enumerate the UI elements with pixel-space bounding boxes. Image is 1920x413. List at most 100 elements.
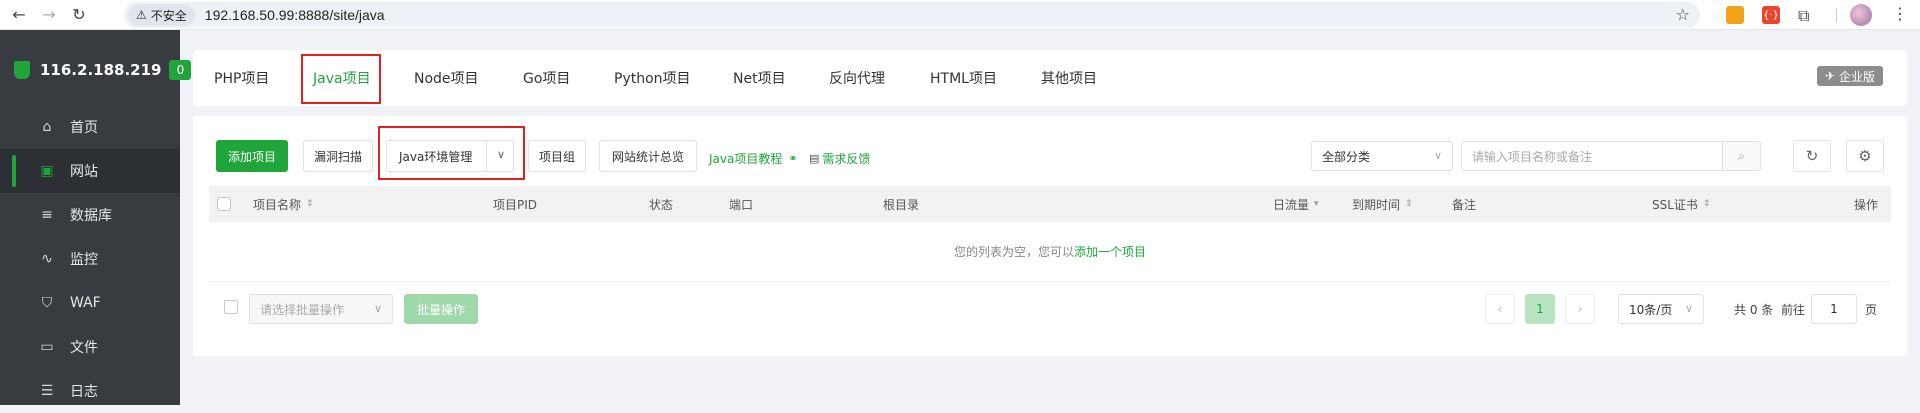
gear-icon[interactable]: ⚙ (1846, 140, 1884, 172)
sort-icon: ⇕ (306, 199, 314, 209)
col-expiry[interactable]: 到期时间 ⇕ (1352, 186, 1413, 222)
next-page-icon[interactable]: › (1565, 294, 1595, 324)
project-type-tabs: PHP项目 Java项目 Node项目 Go项目 Python项目 Net项目 … (193, 50, 1907, 106)
url-text[interactable]: 192.168.50.99:8888/site/java (205, 7, 385, 23)
add-project-link[interactable]: 添加一个项目 (1074, 243, 1146, 260)
col-status: 状态 (649, 186, 673, 222)
prev-page-icon[interactable]: ‹ (1485, 294, 1515, 324)
sidebar-item-waf[interactable]: ⛉ WAF (0, 281, 180, 325)
sidebar-item-home[interactable]: ⌂ 首页 (0, 105, 180, 149)
tutorial-label: Java项目教程 (709, 152, 783, 166)
rocket-icon: ✈ (1824, 69, 1835, 83)
back-icon[interactable]: ← (8, 4, 30, 26)
col-label: 备注 (1452, 197, 1477, 212)
empty-state: 您的列表为空，您可以 添加一个项目 (209, 222, 1891, 282)
enterprise-badge[interactable]: ✈ 企业版 (1816, 66, 1883, 86)
highlight-box (378, 126, 525, 180)
goto-page-input[interactable]: 1 (1811, 294, 1857, 324)
tab-php[interactable]: PHP项目 (214, 50, 269, 106)
col-label: 根目录 (883, 197, 920, 212)
chevron-down-icon: ∨ (1684, 302, 1693, 315)
profile-avatar[interactable] (1850, 4, 1872, 26)
security-indicator[interactable]: ⚠ 不安全 (128, 4, 195, 26)
sidebar-item-label: WAF (70, 295, 101, 311)
forward-icon[interactable]: → (38, 4, 60, 26)
sort-icon: ⇕ (1405, 199, 1413, 209)
category-value: 全部分类 (1322, 149, 1371, 164)
sidebar-item-logs[interactable]: ☰ 日志 (0, 369, 180, 413)
monitor-icon: ∿ (41, 251, 53, 267)
reload-icon[interactable]: ↻ (68, 4, 90, 26)
server-info: 116.2.188.219 0 (14, 60, 192, 80)
col-label: 到期时间 (1352, 197, 1401, 212)
col-actions: 操作 (1854, 186, 1878, 222)
address-bar[interactable]: ⚠ 不安全 192.168.50.99:8888/site/java ☆ (124, 2, 1700, 28)
tab-net[interactable]: Net项目 (733, 50, 786, 106)
page-1-button[interactable]: 1 (1525, 294, 1555, 324)
chevron-down-icon: ∨ (373, 302, 382, 315)
col-label: 日流量 (1273, 197, 1310, 212)
col-ssl[interactable]: SSL证书 ⇕ (1652, 186, 1710, 222)
home-icon: ⌂ (42, 119, 52, 135)
server-icon (14, 61, 30, 79)
toolbar-divider (1836, 8, 1837, 22)
footer-select-checkbox[interactable] (224, 300, 238, 314)
col-remark: 备注 (1452, 186, 1476, 222)
project-group-button[interactable]: 项目组 (528, 140, 586, 172)
category-select[interactable]: 全部分类 ∨ (1311, 141, 1453, 171)
col-label: SSL证书 (1652, 197, 1698, 212)
tab-node[interactable]: Node项目 (414, 50, 479, 106)
sidebar-item-files[interactable]: ▭ 文件 (0, 325, 180, 369)
search-field[interactable]: 请输入项目名称或备注 ⌕ (1461, 141, 1761, 171)
refresh-icon[interactable]: ↻ (1793, 140, 1831, 172)
col-root: 根目录 (883, 186, 919, 222)
batch-action-select[interactable]: 请选择批量操作 ∨ (249, 294, 393, 324)
folder-icon: ▭ (40, 339, 54, 355)
globe-icon: ▣ (40, 163, 54, 179)
page-unit-label: 页 (1865, 303, 1878, 317)
col-name[interactable]: 项目名称 ⇕ (253, 186, 314, 222)
select-all-checkbox[interactable] (217, 197, 231, 211)
page-size-select[interactable]: 10条/页 ∨ (1618, 294, 1704, 324)
tab-reverse-proxy[interactable]: 反向代理 (829, 50, 885, 106)
search-input[interactable]: 请输入项目名称或备注 (1472, 148, 1592, 165)
sidebar-item-monitor[interactable]: ∿ 监控 (0, 237, 180, 281)
more-menu-icon[interactable]: ⋮ (1892, 4, 1908, 23)
batch-action-button[interactable]: 批量操作 (404, 294, 478, 324)
sidebar-item-database[interactable]: ≡ 数据库 (0, 193, 180, 237)
col-label: 项目名称 (253, 197, 302, 212)
goto-label: 前往 (1781, 303, 1806, 317)
col-traffic[interactable]: 日流量 ▾ (1273, 186, 1319, 222)
batch-placeholder: 请选择批量操作 (260, 302, 345, 317)
feedback-link[interactable]: ▤ 需求反馈 (809, 150, 870, 167)
database-icon: ≡ (41, 207, 53, 223)
search-icon[interactable]: ⌕ (1722, 142, 1760, 170)
bookmark-star-icon[interactable]: ☆ (1676, 5, 1690, 24)
tab-html[interactable]: HTML项目 (930, 50, 997, 106)
server-badge[interactable]: 0 (169, 60, 192, 80)
java-tutorial-link[interactable]: Java项目教程 ⚭ (709, 150, 798, 167)
extension-icon[interactable]: {·} (1762, 6, 1780, 24)
tab-go[interactable]: Go项目 (523, 50, 570, 106)
link-icon: ⚭ (788, 152, 798, 165)
site-stats-button[interactable]: 网站统计总览 (599, 140, 697, 172)
chevron-down-icon: ∨ (1433, 149, 1442, 162)
vuln-scan-button[interactable]: 漏洞扫描 (303, 140, 373, 172)
tab-python[interactable]: Python项目 (614, 50, 691, 106)
highlight-box (301, 54, 381, 104)
puzzle-icon[interactable]: ⧉ (1798, 6, 1816, 25)
browser-toolbar: ← → ↻ ⚠ 不安全 192.168.50.99:8888/site/java… (0, 0, 1920, 30)
col-label: 操作 (1854, 197, 1879, 212)
add-project-button[interactable]: 添加项目 (216, 140, 288, 172)
col-label: 状态 (649, 197, 674, 212)
tab-other[interactable]: 其他项目 (1041, 50, 1097, 106)
extension-icon[interactable] (1726, 6, 1744, 24)
sidebar-item-website[interactable]: ▣ 网站 (0, 149, 180, 193)
col-label: 端口 (729, 197, 754, 212)
sidebar-item-label: 网站 (70, 164, 98, 180)
sidebar-item-label: 首页 (70, 120, 98, 136)
sidebar-item-label: 文件 (70, 340, 98, 356)
table-header: 项目名称 ⇕ 项目PID 状态 端口 根目录 日流量 ▾ 到期时间 ⇕ 备注 SSL证… (209, 186, 1891, 222)
feedback-label: 需求反馈 (822, 152, 871, 166)
server-name: 116.2.188.219 (40, 61, 162, 79)
